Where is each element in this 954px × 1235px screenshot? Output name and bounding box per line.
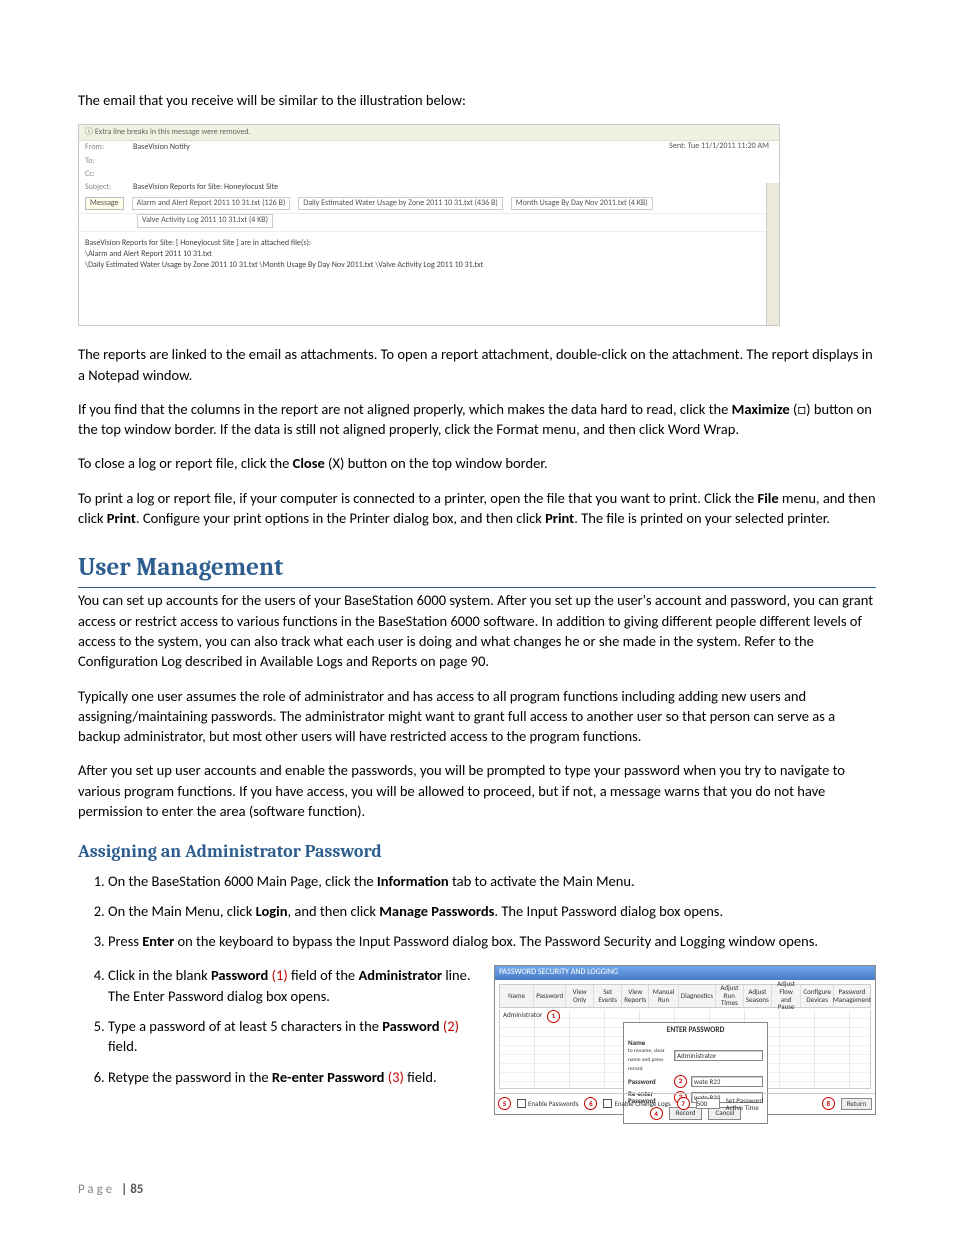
callout-7: 7 [677, 1097, 690, 1110]
step-6: Retype the password in the Re-enter Pass… [108, 1067, 476, 1087]
email-sent: Sent: Tue 11/1/2011 11:20 AM [669, 141, 769, 152]
paragraph: To close a log or report file, click the… [78, 453, 876, 473]
active-time-label: Set Password Active Time [726, 1097, 766, 1111]
email-subject: Subject:BaseVision Reports for Site: Hon… [79, 181, 779, 194]
enable-passwords-checkbox[interactable]: Enable Passwords [517, 1099, 578, 1109]
step-3: Press Enter on the keyboard to bypass th… [108, 931, 876, 951]
name-input[interactable]: Administrator [674, 1050, 763, 1061]
attachment-file[interactable]: Valve Activity Log 2011 10 31.txt (4 KB) [137, 214, 273, 227]
heading-assigning-admin-password: Assigning an Administrator Password [78, 839, 876, 864]
email-body: BaseVision Reports for Site: [ Honeylocu… [79, 231, 779, 278]
dialog-title: ENTER PASSWORD [628, 1026, 763, 1037]
paragraph: After you set up user accounts and enabl… [78, 760, 876, 821]
email-attachments: Message Alarm and Alert Report 2011 10 3… [79, 194, 779, 214]
callout-6: 6 [584, 1097, 597, 1110]
grid-header: Name Password View Only Set Events View … [499, 984, 871, 1008]
attachment-file[interactable]: Alarm and Alert Report 2011 10 31.txt (1… [132, 197, 291, 210]
scrollbar[interactable] [766, 183, 779, 325]
page-footer: Page | 85 [78, 1181, 143, 1199]
steps-list-cont: Click in the blank Password (1) field of… [78, 965, 476, 1086]
callout-1: 1 [547, 1010, 560, 1023]
heading-user-management: User Management [78, 550, 876, 588]
window-footer: 5 Enable Passwords 6 Enable Change Logs … [495, 1093, 875, 1114]
callout-8: 8 [822, 1097, 835, 1110]
email-screenshot: ⓘ Extra line breaks in this message were… [78, 124, 780, 326]
email-cc: Cc: [79, 168, 779, 181]
password-window-screenshot: PASSWORD SECURITY AND LOGGING Name Passw… [494, 965, 876, 1114]
attachment-file[interactable]: Daily Estimated Water Usage by Zone 2011… [298, 197, 503, 210]
step-4: Click in the blank Password (1) field of… [108, 965, 476, 1006]
active-time-input[interactable]: 500 [696, 1098, 720, 1109]
paragraph: The reports are linked to the email as a… [78, 344, 876, 385]
callout-5: 5 [498, 1097, 511, 1110]
password-input[interactable]: wate R23 [691, 1076, 763, 1087]
paragraph: To print a log or report file, if your c… [78, 488, 876, 529]
attachment-file[interactable]: Month Usage By Day Nov 2011.txt (4 KB) [511, 197, 653, 210]
email-to: To: [79, 155, 779, 168]
steps-list: On the BaseStation 6000 Main Page, click… [78, 871, 876, 952]
window-title: PASSWORD SECURITY AND LOGGING [495, 966, 875, 979]
admin-row-label: Administrator [503, 1010, 542, 1020]
paragraph: Typically one user assumes the role of a… [78, 686, 876, 747]
step-2: On the Main Menu, click Login, and then … [108, 901, 876, 921]
step-5: Type a password of at least 5 characters… [108, 1016, 476, 1057]
step-1: On the BaseStation 6000 Main Page, click… [108, 871, 876, 891]
callout-2: 2 [674, 1075, 687, 1088]
intro-text: The email that you receive will be simil… [78, 90, 876, 110]
paragraph: If you find that the columns in the repo… [78, 399, 876, 440]
paragraph: You can set up accounts for the users of… [78, 590, 876, 671]
email-info-banner: ⓘ Extra line breaks in this message were… [79, 125, 779, 141]
message-tab[interactable]: Message [85, 197, 124, 210]
return-button[interactable]: Return [841, 1098, 872, 1110]
enable-change-logs-checkbox[interactable]: Enable Change Logs [603, 1099, 670, 1109]
